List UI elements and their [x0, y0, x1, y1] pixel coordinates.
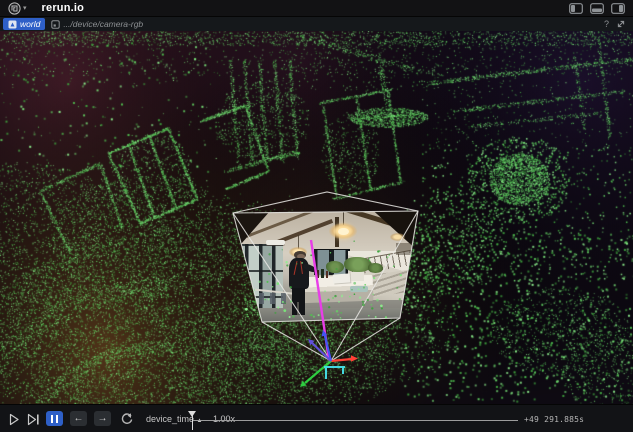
step-forward-button[interactable]: → — [94, 411, 111, 426]
breadcrumb[interactable]: .../device/camera-rgb — [51, 19, 143, 29]
toggle-bottom-panel-icon[interactable] — [590, 3, 604, 14]
rerun-logo-icon — [8, 2, 21, 15]
step-back-button[interactable]: ← — [70, 411, 87, 426]
panel-toggle-group — [569, 3, 625, 14]
arrow-left-icon: ← — [74, 414, 84, 424]
timeline-name: device_time — [146, 414, 194, 424]
follow-button[interactable] — [27, 413, 40, 426]
top-menu-bar: ▾ rerun.io — [0, 0, 633, 17]
sort-ascending-icon: ▲ — [197, 418, 203, 424]
playhead-stem — [192, 415, 193, 430]
loop-button[interactable] — [120, 412, 134, 425]
tab-world[interactable]: world — [3, 18, 45, 30]
plant-pot — [351, 272, 364, 281]
menu-caret-icon: ▾ — [23, 5, 27, 12]
pause-icon — [51, 415, 58, 423]
pendant-lamp-bulb — [338, 228, 349, 236]
app-menu-button[interactable]: ▾ — [8, 2, 27, 15]
spatial-view-icon — [8, 20, 17, 29]
counter-box — [333, 274, 350, 284]
current-time-value: +49 291.885s — [524, 415, 584, 424]
camera-rgb-image[interactable] — [233, 211, 418, 322]
current-time-label: +49 291.885s — [524, 405, 584, 432]
person-silhouette — [283, 251, 314, 315]
ac-unit — [266, 240, 285, 245]
spatial-3d-viewport — [0, 31, 633, 404]
person-leg-gap — [297, 302, 299, 315]
speed-value: 1.00x — [213, 414, 235, 424]
play-button[interactable] — [9, 413, 20, 426]
help-button[interactable]: ? — [604, 19, 609, 29]
toggle-left-panel-icon[interactable] — [569, 3, 583, 14]
bottle — [326, 271, 329, 278]
rerun-viewer-window: ▾ rerun.io world — [0, 0, 633, 432]
time-panel: ← → device_time ▲ 1.00x +49 291.885s — [0, 404, 633, 432]
timeline-track[interactable] — [193, 420, 518, 421]
toggle-right-panel-icon[interactable] — [611, 3, 625, 14]
bottle — [316, 270, 319, 278]
plant — [368, 263, 383, 273]
tabbar-actions: ? — [604, 19, 630, 29]
view-tab-bar: world .../device/camera-rgb ? — [0, 17, 633, 31]
plant — [326, 261, 345, 273]
arrow-right-icon: → — [98, 414, 108, 424]
playback-speed[interactable]: 1.00x — [213, 414, 235, 424]
image-entity-icon — [51, 20, 60, 29]
pendant-lamp — [390, 233, 405, 241]
app-title: rerun.io — [42, 2, 85, 14]
counter-tub — [350, 286, 369, 292]
tab-world-label: world — [20, 19, 40, 29]
pause-button[interactable] — [46, 411, 63, 426]
maximize-view-icon[interactable] — [616, 19, 626, 29]
breadcrumb-path: .../device/camera-rgb — [63, 19, 143, 29]
bottle — [321, 269, 324, 278]
